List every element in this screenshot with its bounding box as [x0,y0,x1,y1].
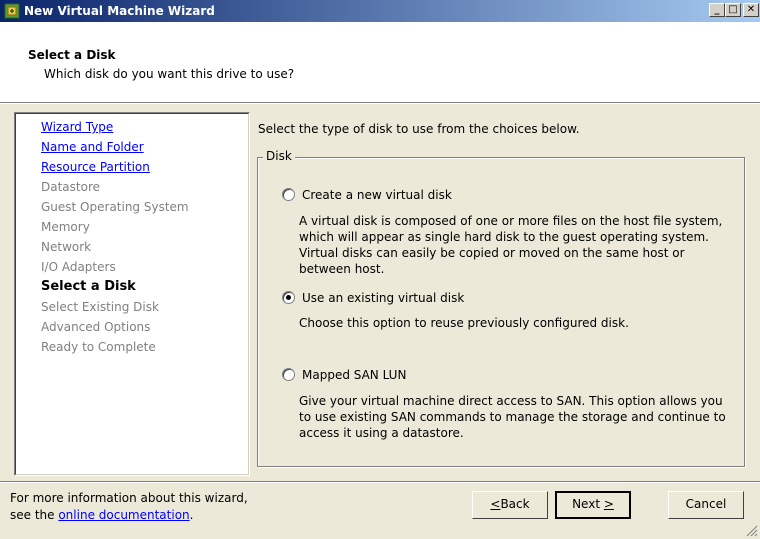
step-datastore: Datastore [41,180,101,194]
minimize-icon: _ [714,4,720,15]
step-select-existing-disk: Select Existing Disk [41,300,159,314]
close-icon: ✕ [746,4,756,15]
maximize-button[interactable]: □ [725,3,741,17]
step-io-adapters: I/O Adapters [41,260,116,274]
intro-text: Select the type of disk to use from the … [258,122,580,136]
next-button[interactable]: Next > [555,491,631,519]
help-text-line2: see the online documentation. [10,507,248,524]
step-memory: Memory [41,220,90,234]
mapped-san-lun-label: Mapped SAN LUN [302,368,407,382]
help-text-prefix: see the [10,508,59,522]
back-label: Back [500,497,530,511]
mapped-san-lun-option[interactable]: Mapped SAN LUN [282,368,406,382]
page-title: Select a Disk [28,48,116,62]
cancel-button[interactable]: Cancel [668,491,744,519]
step-wizard-type[interactable]: Wizard Type [41,117,189,137]
page-subtitle: Which disk do you want this drive to use… [44,67,295,81]
use-existing-disk-option[interactable]: Use an existing virtual disk [282,291,464,305]
wizard-steps-panel: Wizard Type Name and Folder Resource Par… [14,112,250,476]
wizard-header: Select a Disk Which disk do you want thi… [0,22,760,103]
next-label: Next [572,497,604,511]
disk-groupbox: Disk Create a new virtual disk A virtual… [257,149,745,467]
step-ready-to-complete: Ready to Complete [41,340,156,354]
disk-group-label: Disk [263,149,295,163]
create-new-disk-description: A virtual disk is composed of one or mor… [299,214,723,276]
step-network: Network [41,240,92,254]
cancel-label: Cancel [685,497,727,511]
step-name-and-folder[interactable]: Name and Folder [41,137,189,157]
next-shortcut: > [603,497,614,511]
footer-divider-highlight [0,482,760,483]
wizard-content: Select the type of disk to use from the … [250,104,760,482]
help-text-line1: For more information about this wizard, [10,491,248,505]
minimize-button[interactable]: _ [709,3,725,17]
use-existing-disk-label: Use an existing virtual disk [302,291,465,305]
online-documentation-link[interactable]: online documentation [58,508,189,522]
help-text-suffix: . [189,508,194,522]
help-text: For more information about this wizard, … [10,490,248,524]
title-bar[interactable]: New Virtual Machine Wizard _ □ ✕ [0,0,760,22]
wizard-steps-list: Wizard Type Name and Folder Resource Par… [41,117,189,357]
back-shortcut: < [490,497,501,511]
app-icon [4,3,20,19]
resize-grip-icon[interactable] [746,525,758,537]
maximize-icon: □ [728,4,738,15]
create-new-disk-option[interactable]: Create a new virtual disk [282,188,452,202]
step-select-a-disk: Select a Disk [41,279,136,294]
mapped-san-lun-description: Give your virtual machine direct access … [299,394,726,440]
close-button[interactable]: ✕ [743,3,759,17]
mapped-san-lun-radio[interactable] [282,368,295,381]
step-resource-partition[interactable]: Resource Partition [41,157,189,177]
back-button[interactable]: <Back [472,491,548,519]
step-guest-os: Guest Operating System [41,200,189,214]
create-new-disk-label: Create a new virtual disk [302,188,452,202]
use-existing-disk-description: Choose this option to reuse previously c… [299,316,629,330]
create-new-disk-radio[interactable] [282,188,295,201]
window-title: New Virtual Machine Wizard [24,4,215,18]
use-existing-disk-radio[interactable] [282,291,295,304]
step-advanced-options: Advanced Options [41,320,151,334]
